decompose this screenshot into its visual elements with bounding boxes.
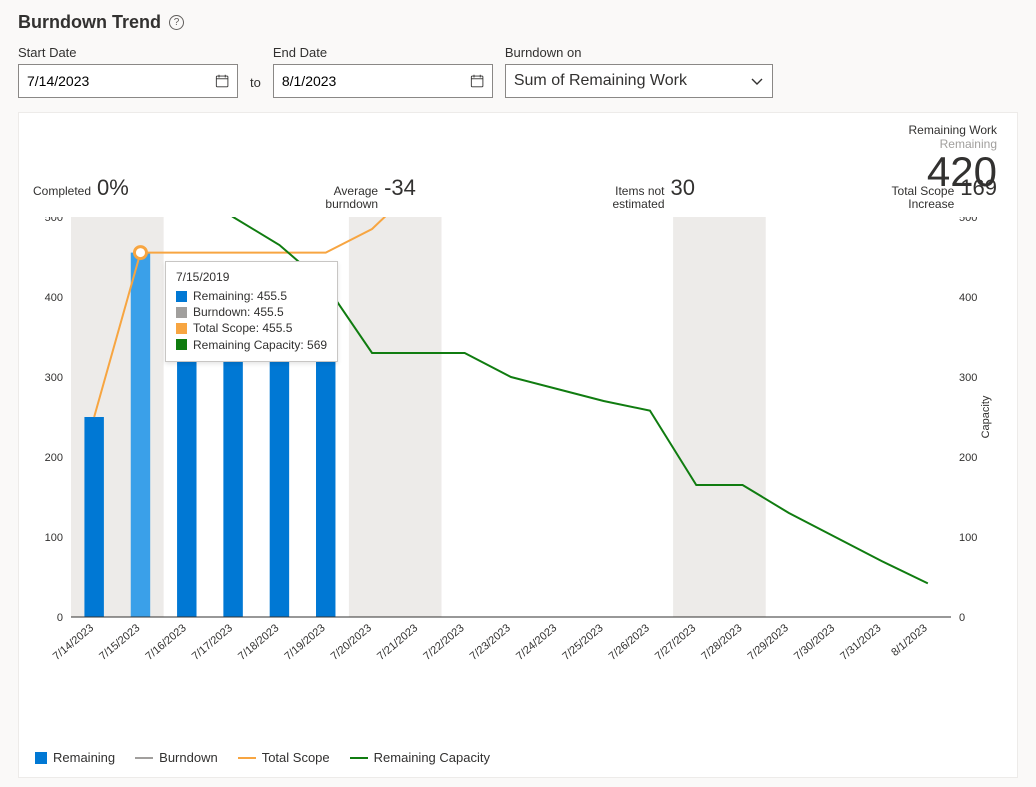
start-date-label: Start Date xyxy=(18,45,238,60)
start-date-value[interactable] xyxy=(27,73,207,89)
svg-text:7/16/2023: 7/16/2023 xyxy=(144,622,189,663)
tooltip-remcap: Remaining Capacity: 569 xyxy=(193,337,327,353)
svg-text:400: 400 xyxy=(959,292,977,304)
svg-text:7/27/2023: 7/27/2023 xyxy=(653,622,698,663)
svg-text:200: 200 xyxy=(45,452,63,464)
help-icon[interactable]: ? xyxy=(169,15,184,30)
tooltip-date: 7/15/2019 xyxy=(176,270,327,284)
end-date-label: End Date xyxy=(273,45,493,60)
svg-text:7/29/2023: 7/29/2023 xyxy=(746,622,791,663)
tooltip-burndown: Burndown: 455.5 xyxy=(193,304,284,320)
chart-tooltip: 7/15/2019 Remaining: 455.5 Burndown: 455… xyxy=(165,261,338,362)
svg-text:0: 0 xyxy=(57,612,63,624)
metric-scopeinc-label: Total Scope Increase xyxy=(892,185,955,211)
metric-notest-label: Items not estimated xyxy=(612,185,664,211)
legend-remaining[interactable]: Remaining xyxy=(35,750,115,765)
svg-text:7/19/2023: 7/19/2023 xyxy=(282,622,327,663)
metric-scopeinc-value: 169 xyxy=(960,175,997,201)
remaining-work-label: Remaining Work xyxy=(909,123,997,137)
svg-text:300: 300 xyxy=(959,372,977,384)
svg-text:7/14/2023: 7/14/2023 xyxy=(51,622,96,663)
svg-text:7/24/2023: 7/24/2023 xyxy=(514,622,559,663)
svg-text:7/21/2023: 7/21/2023 xyxy=(375,622,420,663)
svg-text:7/25/2023: 7/25/2023 xyxy=(560,622,605,663)
page-title: Burndown Trend xyxy=(18,12,161,33)
tooltip-remaining: Remaining: 455.5 xyxy=(193,288,287,304)
svg-text:7/23/2023: 7/23/2023 xyxy=(468,622,513,663)
svg-text:300: 300 xyxy=(45,372,63,384)
calendar-icon xyxy=(470,73,484,89)
svg-text:7/15/2023: 7/15/2023 xyxy=(97,622,142,663)
to-label: to xyxy=(250,75,261,98)
svg-text:100: 100 xyxy=(959,532,977,544)
tooltip-totalscope: Total Scope: 455.5 xyxy=(193,320,292,336)
svg-text:200: 200 xyxy=(959,452,977,464)
end-date-value[interactable] xyxy=(282,73,462,89)
metric-notest-value: 30 xyxy=(671,175,695,201)
start-date-input[interactable] xyxy=(18,64,238,98)
svg-text:500: 500 xyxy=(959,217,977,224)
svg-text:7/31/2023: 7/31/2023 xyxy=(838,622,883,663)
legend-burndown[interactable]: Burndown xyxy=(135,750,218,765)
calendar-icon xyxy=(215,73,229,89)
svg-text:7/26/2023: 7/26/2023 xyxy=(607,622,652,663)
legend-remcap[interactable]: Remaining Capacity xyxy=(350,750,490,765)
chart-card: Remaining Work Remaining 420 Completed 0… xyxy=(18,112,1018,778)
svg-text:7/28/2023: 7/28/2023 xyxy=(699,622,744,663)
metrics-row: Completed 0% Average burndown -34 Items … xyxy=(33,175,997,211)
burndown-on-label: Burndown on xyxy=(505,45,773,60)
svg-text:7/30/2023: 7/30/2023 xyxy=(792,622,837,663)
svg-text:400: 400 xyxy=(45,292,63,304)
chevron-down-icon xyxy=(750,74,764,88)
metric-completed-label: Completed xyxy=(33,185,91,198)
metric-avg-label: Average burndown xyxy=(325,185,378,211)
svg-text:7/20/2023: 7/20/2023 xyxy=(329,622,374,663)
controls-row: Start Date to End Date Burndown on Sum o… xyxy=(0,37,1036,112)
end-date-input[interactable] xyxy=(273,64,493,98)
svg-text:8/1/2023: 8/1/2023 xyxy=(889,622,930,659)
burndown-on-value: Sum of Remaining Work xyxy=(514,72,687,90)
svg-text:7/17/2023: 7/17/2023 xyxy=(190,622,235,663)
metric-avg-value: -34 xyxy=(384,175,416,201)
burndown-on-select[interactable]: Sum of Remaining Work xyxy=(505,64,773,98)
svg-text:7/22/2023: 7/22/2023 xyxy=(421,622,466,663)
metric-completed-value: 0% xyxy=(97,175,129,201)
legend-totalscope[interactable]: Total Scope xyxy=(238,750,330,765)
svg-text:500: 500 xyxy=(45,217,63,224)
svg-text:7/18/2023: 7/18/2023 xyxy=(236,622,281,663)
svg-text:0: 0 xyxy=(959,612,965,624)
svg-text:100: 100 xyxy=(45,532,63,544)
chart-legend: Remaining Burndown Total Scope Remaining… xyxy=(35,750,490,765)
svg-text:Capacity: Capacity xyxy=(980,395,992,438)
